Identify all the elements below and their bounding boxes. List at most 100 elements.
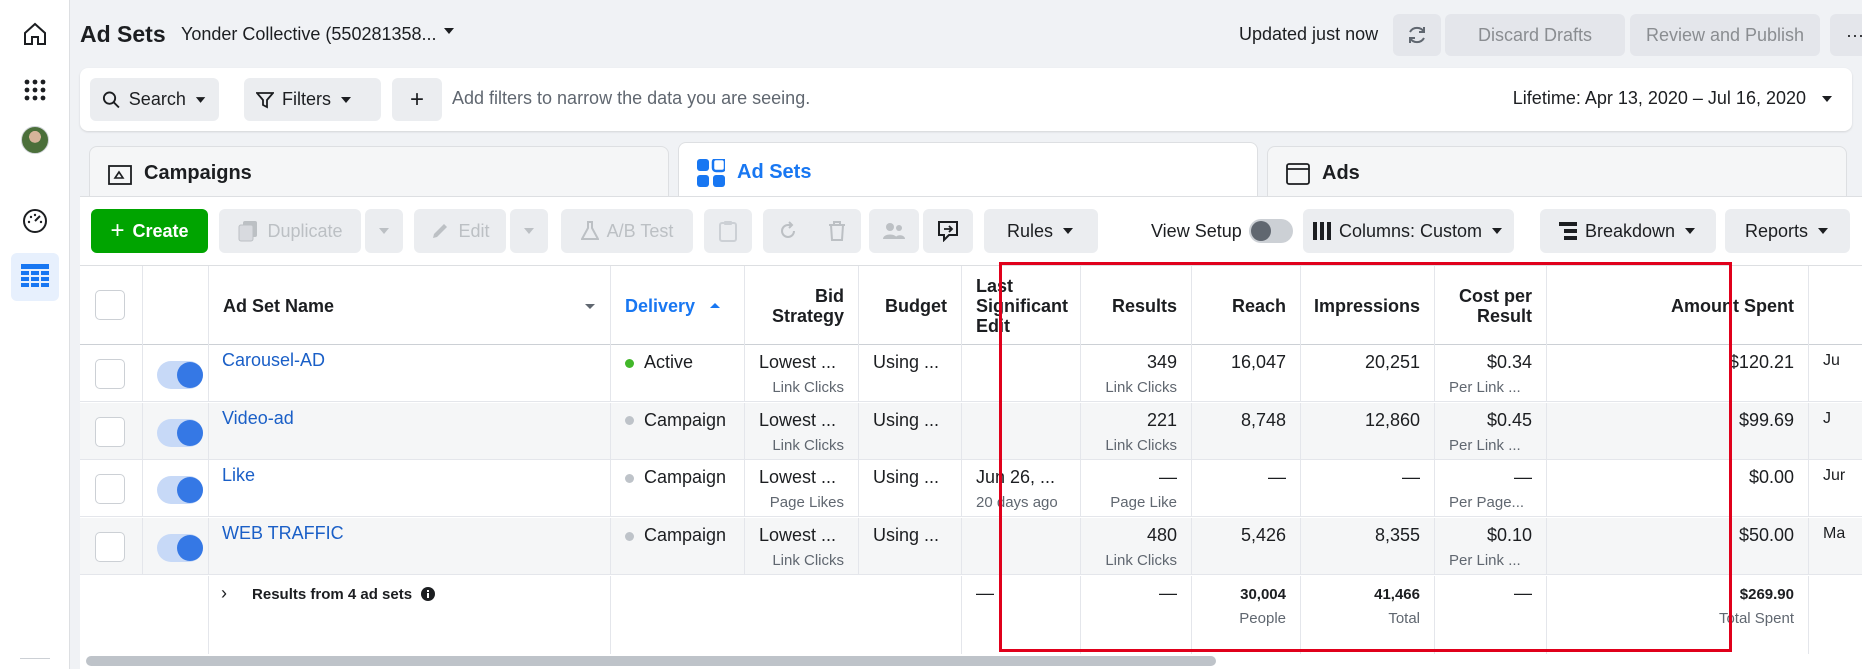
tab-ad-sets[interactable]: Ad Sets [678, 142, 1258, 202]
delivery-status-dot [625, 416, 634, 426]
row-toggle-cell [143, 460, 209, 517]
duplicate-button[interactable]: Duplicate [219, 209, 361, 253]
row-checkbox[interactable] [95, 532, 125, 563]
account-selector[interactable]: Yonder Collective (550281358... [181, 24, 437, 45]
ad-set-on-off-toggle[interactable] [157, 361, 203, 389]
add-filter-button[interactable]: + [392, 78, 442, 121]
header-impressions[interactable]: Impressions [1301, 266, 1435, 346]
ad-set-on-off-toggle[interactable] [157, 476, 203, 505]
table-row[interactable]: WEB TRAFFIC Campaign Lowest ... Link Clicks… [80, 518, 1862, 576]
horizontal-scrollbar[interactable] [86, 656, 1216, 666]
header-reach[interactable]: Reach [1192, 266, 1301, 346]
summary-label-cell[interactable]: › Results from 4 ad sets [209, 576, 611, 654]
header-budget[interactable]: Budget [859, 266, 962, 346]
filters-button[interactable]: Filters [244, 78, 381, 121]
search-button[interactable]: Search [90, 78, 219, 121]
edit-button[interactable]: Edit [414, 209, 506, 253]
header-results[interactable]: Results [1081, 266, 1192, 346]
cost-per-result-sub: Per Link ... [1449, 379, 1521, 396]
tab-label: Ad Sets [737, 161, 812, 183]
table-row[interactable]: Carousel-AD Active Lowest ... Link Clicks Us… [80, 345, 1862, 402]
amount-spent: $99.69 [1738, 409, 1794, 430]
edit-dropdown[interactable] [510, 209, 548, 253]
results-cell: 349 Link Clicks [1081, 345, 1192, 401]
bid-strategy-sub: Link Clicks [772, 379, 844, 396]
header-last-edit[interactable]: Last Significant Edit [962, 266, 1081, 346]
row-checkbox[interactable] [95, 474, 125, 505]
trash-icon[interactable] [828, 221, 846, 241]
header-ad-set-name[interactable]: Ad Set Name [209, 266, 611, 346]
refresh-button[interactable] [1393, 14, 1441, 56]
budget-cell: Using ... [859, 345, 962, 401]
home-icon[interactable] [11, 10, 59, 58]
avatar[interactable] [11, 116, 59, 164]
ad-set-on-off-toggle[interactable] [157, 418, 203, 447]
chevron-right-icon[interactable]: › [221, 583, 227, 603]
info-icon[interactable] [421, 587, 436, 602]
reports-button[interactable]: Reports [1725, 209, 1850, 253]
duplicate-dropdown[interactable] [365, 209, 403, 253]
undo-delete-group [763, 209, 861, 253]
tab-campaigns[interactable]: Campaigns [89, 146, 669, 200]
ad-set-name-link[interactable]: Carousel-AD [222, 350, 325, 370]
summary-impressions: 41,466 [1374, 586, 1420, 603]
create-button[interactable]: + Create [91, 209, 208, 253]
budget: Using ... [873, 409, 940, 430]
apps-grid-icon[interactable] [11, 66, 59, 114]
view-setup-toggle[interactable] [1249, 219, 1293, 243]
top-header: Ad Sets Yonder Collective (550281358... … [70, 0, 1862, 70]
header-delivery[interactable]: Delivery [611, 266, 745, 346]
ad-set-on-off-toggle[interactable] [157, 534, 203, 563]
summary-reach-cell: 30,004 People [1192, 576, 1301, 654]
rules-button[interactable]: Rules [984, 209, 1098, 253]
chevron-down-icon[interactable] [442, 24, 456, 43]
dashboard-gauge-icon[interactable] [11, 197, 59, 245]
results: — [1159, 467, 1177, 488]
bid-strategy-cell: Lowest ... Page Likes [745, 460, 859, 517]
summary-spacer [80, 576, 209, 654]
tab-label: Campaigns [144, 162, 252, 184]
more-options-button[interactable]: ··· [1830, 14, 1862, 56]
select-all-checkbox[interactable] [95, 290, 125, 320]
reach: 5,426 [1240, 525, 1286, 546]
header-cost-per-result[interactable]: Cost per Result [1435, 266, 1547, 346]
next-column-value: Ma [1823, 525, 1846, 543]
chevron-down-icon [195, 96, 206, 103]
update-status: Updated just now [1239, 24, 1379, 44]
filter-bar: Search Filters + Add filters to narrow t… [80, 68, 1852, 131]
header-bid-strategy[interactable]: Bid Strategy [745, 266, 859, 346]
reports-label: Reports [1744, 220, 1809, 241]
ab-test-button[interactable]: A/B Test [561, 209, 693, 253]
amount-spent-cell: $120.21 [1547, 345, 1809, 401]
review-publish-button[interactable]: Review and Publish [1630, 14, 1820, 56]
table-row[interactable]: Like Campaign Lowest ... Page Likes Using ..… [80, 460, 1862, 518]
columns-button[interactable]: Columns: Custom [1303, 209, 1514, 253]
discard-drafts-button[interactable]: Discard Drafts [1445, 14, 1625, 56]
ads-manager-table-icon[interactable] [11, 253, 59, 301]
last-edit-cell: Jun 26, ... 20 days ago [962, 460, 1081, 517]
table-row[interactable]: Video-ad Campaign Lowest ... Link Clicks Usi… [80, 402, 1862, 460]
header-label: Results [1111, 296, 1177, 316]
date-range-picker[interactable]: Lifetime: Apr 13, 2020 – Jul 16, 2020 [1513, 88, 1834, 109]
chevron-down-icon [585, 304, 595, 309]
header-label: Reach [1231, 296, 1286, 316]
tab-ads[interactable]: Ads [1267, 146, 1847, 200]
ad-set-name-cell: Video-ad [209, 402, 611, 459]
clipboard-button[interactable] [704, 209, 752, 253]
header-amount-spent[interactable]: Amount Spent [1547, 266, 1809, 346]
row-checkbox[interactable] [95, 359, 125, 389]
export-button[interactable] [923, 209, 973, 253]
breakdown-button[interactable]: Breakdown [1540, 209, 1716, 253]
ad-set-name-link[interactable]: WEB TRAFFIC [222, 523, 344, 543]
ad-set-name-link[interactable]: Video-ad [222, 408, 294, 428]
ad-window-icon [1286, 162, 1310, 185]
budget-cell: Using ... [859, 518, 962, 575]
cost-per-result-sub: Per Link ... [1449, 552, 1521, 570]
impressions: — [1402, 467, 1420, 488]
cost-per-result: $0.45 [1486, 409, 1532, 430]
chevron-down-icon [1685, 228, 1696, 234]
row-checkbox[interactable] [95, 416, 125, 447]
ad-set-name-link[interactable]: Like [222, 465, 255, 485]
revert-icon[interactable] [778, 221, 798, 241]
audience-button[interactable] [869, 209, 919, 253]
